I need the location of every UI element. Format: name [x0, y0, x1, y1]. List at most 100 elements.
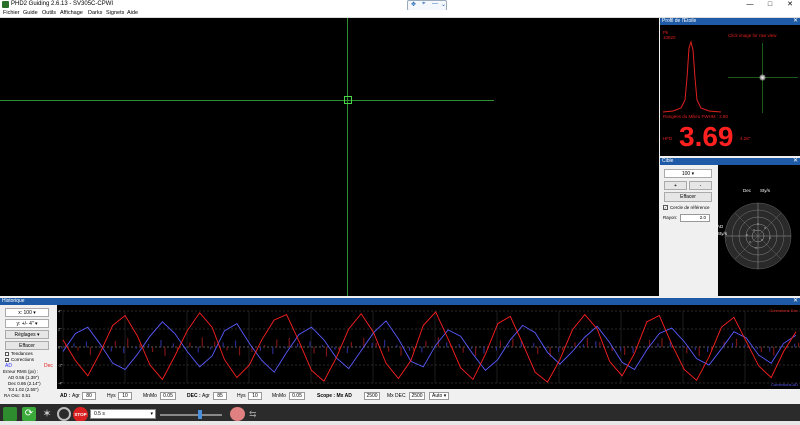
- ra-correction-bar: [707, 347, 709, 352]
- chevron-down-icon: ▾: [37, 332, 40, 338]
- ra-correction-bar: [545, 347, 547, 349]
- ra-hys-label: Hys: [107, 393, 116, 399]
- menu-fichier[interactable]: Fichier: [3, 10, 20, 16]
- ref-circle-checkbox[interactable]: ✓: [663, 205, 668, 210]
- y-tick-label: -4": [58, 381, 64, 386]
- ra-correction-bar: [483, 347, 485, 354]
- dec-correction-bar: [201, 337, 203, 347]
- ra-correction-bar: [197, 347, 199, 353]
- ra-correction-bar: [557, 347, 560, 352]
- ra-correction-bar: [396, 344, 398, 347]
- gamma-slider-thumb[interactable]: [198, 410, 202, 419]
- move-icon[interactable]: ✥: [411, 1, 416, 8]
- window-title: PHD2 Guiding 2.6.13 - SV305C-CPWI: [11, 1, 114, 7]
- auto-select-star-icon[interactable]: ✶: [40, 407, 54, 421]
- dec-agr-input[interactable]: 85: [213, 392, 227, 400]
- ra-correction-bar: [495, 347, 498, 351]
- target-panel: Cible ✕ 100 ▾ + - Effacer ✓ Cercle de ré…: [660, 158, 800, 296]
- dec-minmo-input[interactable]: 0.05: [289, 392, 305, 400]
- close-icon[interactable]: ✕: [793, 158, 798, 165]
- dec-correction-bar: [574, 342, 576, 347]
- dec-correction-bar: [226, 347, 228, 351]
- ra-correction-bar: [769, 347, 771, 352]
- dec-corrections-label: Corrections Dec: [769, 308, 798, 313]
- y-tick-label: 4": [58, 309, 62, 314]
- stop-button[interactable]: STOP: [73, 407, 88, 422]
- menu-guide[interactable]: Guide: [23, 10, 38, 16]
- dec-hys-input[interactable]: 10: [248, 392, 262, 400]
- menu-bar: Fichier Guide Outils Affichage Darks Sig…: [0, 10, 800, 18]
- close-icon[interactable]: ✕: [793, 18, 798, 25]
- dec-correction-bar: [760, 347, 762, 353]
- target-clear-button[interactable]: Effacer: [664, 192, 712, 202]
- y-scale-select[interactable]: y: +/- 4" ▾: [5, 319, 49, 328]
- history-settings-button[interactable]: Réglages ▾: [5, 330, 49, 339]
- star-thumbnail[interactable]: [728, 43, 798, 113]
- dec-correction-bar: [673, 346, 675, 347]
- ra-correction-bar: [371, 343, 373, 347]
- camera-settings-icon[interactable]: ⇆: [249, 408, 261, 420]
- zoom-in-button[interactable]: +: [664, 181, 687, 190]
- dec-correction-bar: [698, 347, 700, 357]
- dec-agr-label: Agr: [202, 393, 210, 399]
- brain-advanced-icon[interactable]: [230, 407, 245, 421]
- ra-oscillation: RA Osc: 0.51: [4, 393, 31, 398]
- target-scale-select[interactable]: 100 ▾: [664, 169, 712, 178]
- dec-correction-bar: [89, 347, 92, 355]
- ra-correction-bar: [297, 343, 299, 347]
- max-ra-input[interactable]: 2500: [364, 392, 380, 400]
- gamma-slider-track[interactable]: [160, 414, 222, 416]
- radius-input[interactable]: 2.0: [680, 214, 710, 222]
- camera-view[interactable]: [0, 18, 659, 296]
- menu-darks[interactable]: Darks: [88, 10, 102, 16]
- history-graph-svg: 4"2"0"-2"-4": [58, 309, 800, 386]
- dec-correction-bar: [139, 344, 141, 347]
- ra-correction-bar: [160, 340, 162, 347]
- dec-correction-bar: [263, 345, 265, 347]
- corrections-checkbox[interactable]: ✓: [5, 358, 9, 363]
- exposure-select[interactable]: 0.5 s ▾: [90, 409, 156, 419]
- ra-correction-bar: [234, 340, 237, 347]
- dec-mode-select[interactable]: Auto ▾: [429, 392, 449, 400]
- ra-agr-input[interactable]: 80: [82, 392, 96, 400]
- dec-correction-bar: [189, 342, 191, 347]
- dec-correction-bar: [773, 347, 775, 356]
- chevron-down-icon: ▾: [33, 310, 36, 316]
- target-ra-label: AD: [717, 224, 724, 229]
- dec-correction-bar: [375, 343, 377, 347]
- dec-correction-bar: [462, 347, 464, 353]
- loop-icon[interactable]: ⟳: [22, 407, 36, 421]
- menu-affichage[interactable]: Affichage: [60, 10, 83, 16]
- dec-correction-bar: [798, 342, 800, 347]
- x-scale-select[interactable]: x: 100 ▾: [5, 308, 49, 317]
- max-dec-input[interactable]: 2500: [409, 392, 425, 400]
- rms-total: Tot 1.02 (2.55"): [8, 387, 39, 392]
- close-icon[interactable]: ✕: [793, 298, 798, 305]
- menu-signets[interactable]: Signets: [106, 10, 124, 16]
- ra-minmo-input[interactable]: 0.05: [160, 392, 176, 400]
- chevron-down-icon: ▾: [691, 171, 695, 177]
- dash-icon[interactable]: —: [432, 1, 438, 7]
- chevron-down-icon[interactable]: ⌄: [441, 1, 446, 8]
- rms-ad: AD 0.56 (1.39"): [8, 375, 39, 380]
- ra-hys-input[interactable]: 10: [118, 392, 132, 400]
- target-title: Cible: [662, 158, 674, 164]
- ra-correction-bar: [657, 343, 659, 347]
- guide-star-box[interactable]: [344, 96, 352, 104]
- dec-correction-bar: [388, 347, 390, 352]
- menu-aide[interactable]: Aide: [127, 10, 138, 16]
- history-clear-button[interactable]: Effacer: [5, 341, 49, 350]
- minimize-button[interactable]: —: [740, 0, 760, 10]
- dec-correction-bar: [151, 347, 154, 352]
- trends-checkbox[interactable]: [5, 352, 9, 356]
- rms-dec: Dec 0.86 (2.14"): [8, 381, 41, 386]
- crosshair-icon[interactable]: ⌖: [422, 1, 425, 8]
- history-graph[interactable]: 4" 2" 0" -2" -4" Corrections Dec Corrections…: [57, 305, 800, 389]
- connect-gear-icon[interactable]: [3, 407, 17, 421]
- ra-correction-bar: [408, 347, 411, 351]
- guide-target-icon[interactable]: [57, 407, 71, 421]
- zoom-out-button[interactable]: -: [689, 181, 712, 190]
- maximize-button[interactable]: □: [760, 0, 780, 10]
- menu-outils[interactable]: Outils: [42, 10, 56, 16]
- close-button[interactable]: ✕: [780, 0, 800, 10]
